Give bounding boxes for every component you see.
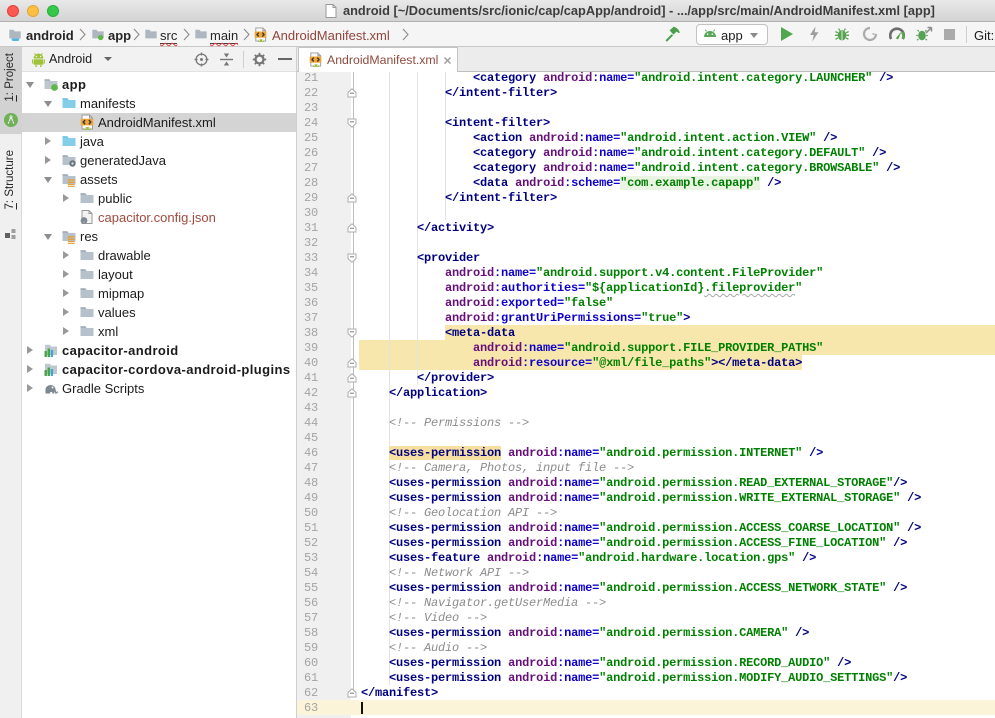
svg-text:{..: {.. [79, 218, 90, 225]
